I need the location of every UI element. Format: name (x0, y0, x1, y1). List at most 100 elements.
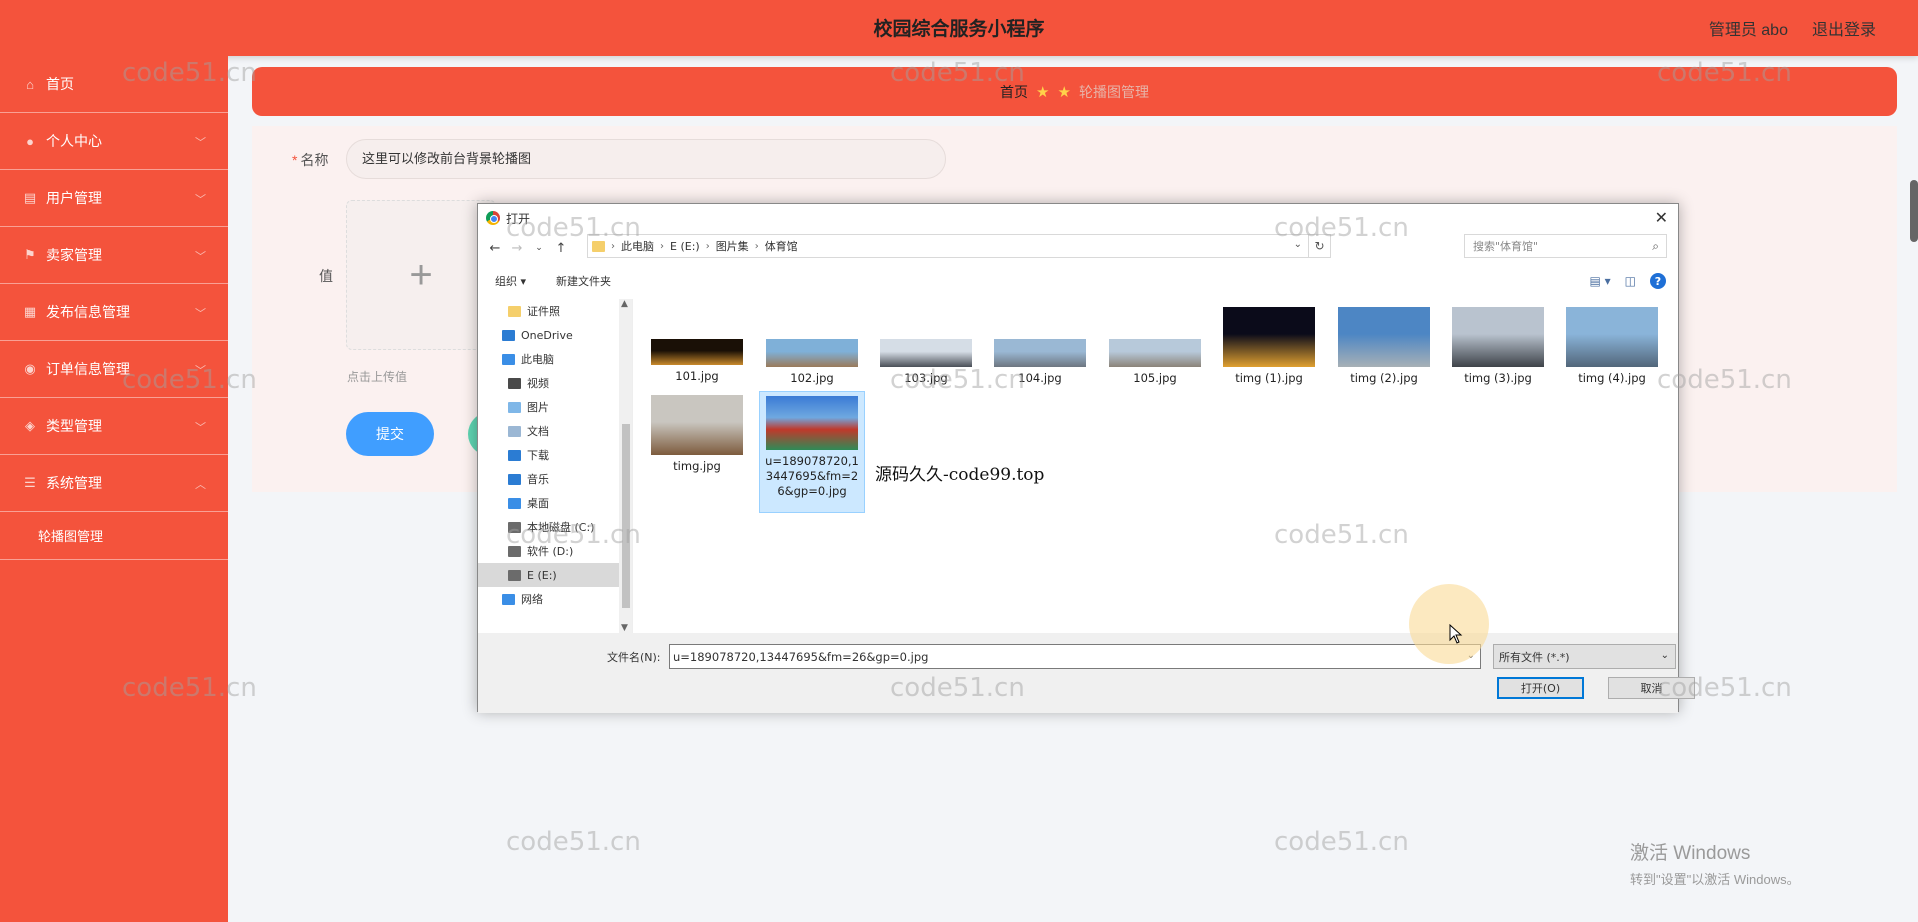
chevron-up-icon: ︿ (195, 479, 206, 491)
file-item[interactable]: 102.jpg (762, 307, 862, 386)
sidebar-item-label: 发布信息管理 (46, 304, 130, 320)
file-item[interactable]: timg (3).jpg (1448, 307, 1548, 386)
nav-tree-item[interactable]: 此电脑 (478, 347, 632, 371)
preview-pane-icon[interactable]: ◫ (1625, 274, 1636, 288)
path-segment[interactable]: 此电脑 (621, 238, 654, 254)
image-thumbnail (994, 339, 1086, 367)
folder-icon (508, 473, 521, 485)
folder-icon (508, 521, 521, 533)
nav-pane-scrollbar[interactable]: ▲ ▼ (619, 299, 632, 633)
nav-tree-item[interactable]: 网络 (478, 587, 632, 611)
file-item[interactable]: 105.jpg (1105, 307, 1205, 386)
dialog-toolbar: 组织 ▾ 新建文件夹 ▤ ▾ ◫ ? (478, 268, 1678, 294)
file-item[interactable]: timg.jpg (647, 395, 747, 474)
nav-tree-label: 网络 (521, 593, 543, 606)
image-thumbnail (1566, 307, 1658, 367)
nav-tree-item[interactable]: 证件照 (478, 299, 632, 323)
nav-tree-item[interactable]: 软件 (D:) (478, 539, 632, 563)
file-item[interactable]: timg (2).jpg (1334, 307, 1434, 386)
sidebar-item-2[interactable]: ▤ 用户管理 ﹀ (0, 170, 228, 227)
scroll-down-icon[interactable]: ▼ (621, 623, 628, 633)
nav-tree-item[interactable]: 图片 (478, 395, 632, 419)
chevron-down-icon: ⌄ (1660, 650, 1669, 661)
folder-icon (508, 377, 521, 389)
file-item[interactable]: 101.jpg (647, 307, 747, 384)
sidebar-item-7[interactable]: ☰ 系统管理 ︿ (0, 455, 228, 512)
mouse-cursor-icon (1449, 624, 1463, 644)
name-input[interactable]: 这里可以修改前台背景轮播图 (346, 139, 946, 179)
open-file-dialog: 打开 ✕ ← → ⌄ ↑ › 此电脑 › E (E:) › 图片集 › 体育馆 ⌄ ↻ 搜索"… (477, 203, 1695, 713)
help-icon[interactable]: ? (1650, 273, 1666, 289)
breadcrumb-home[interactable]: 首页 (1000, 82, 1028, 102)
sidebar-item-0[interactable]: ⌂ 首页 (0, 56, 228, 113)
file-item[interactable]: u=189078720,13447695&fm=26&gp=0.jpg (759, 391, 865, 513)
image-thumbnail (1223, 307, 1315, 367)
sidebar-subitem-carousel[interactable]: 轮播图管理 (0, 512, 228, 560)
chevron-down-icon[interactable]: ⌄ (1294, 239, 1302, 250)
back-icon[interactable]: ← (484, 241, 506, 256)
scroll-up-icon[interactable]: ▲ (621, 299, 628, 309)
path-segment[interactable]: 图片集 (716, 238, 749, 254)
top-right-menu: 管理员 abo 退出登录 (1709, 16, 1876, 40)
nav-tree-item[interactable]: OneDrive (478, 323, 632, 347)
file-name: 105.jpg (1133, 371, 1177, 385)
nav-tree-label: 音乐 (527, 473, 549, 486)
file-item[interactable]: 104.jpg (990, 307, 1090, 386)
location-icon: ◉ (24, 361, 36, 376)
nav-tree-label: OneDrive (521, 328, 573, 342)
cancel-button[interactable]: 取消 (1608, 677, 1695, 699)
file-name: 101.jpg (675, 369, 719, 383)
recent-dropdown-icon[interactable]: ⌄ (528, 243, 550, 253)
nav-tree-item[interactable]: 桌面 (478, 491, 632, 515)
filename-label: 文件名(N): (607, 651, 661, 664)
sidebar-item-5[interactable]: ◉ 订单信息管理 ﹀ (0, 341, 228, 398)
chevron-down-icon: ﹀ (195, 422, 206, 434)
file-item[interactable]: 103.jpg (876, 307, 976, 386)
nav-tree-item[interactable]: 音乐 (478, 467, 632, 491)
sidebar-item-label: 类型管理 (46, 418, 102, 434)
forward-icon[interactable]: → (506, 241, 528, 256)
up-icon[interactable]: ↑ (550, 241, 572, 256)
nav-tree-item[interactable]: E (E:) (478, 563, 632, 587)
sidebar-item-3[interactable]: ⚑ 卖家管理 ﹀ (0, 227, 228, 284)
close-icon[interactable]: ✕ (1655, 208, 1668, 227)
address-bar[interactable]: › 此电脑 › E (E:) › 图片集 › 体育馆 ⌄ (587, 234, 1309, 258)
dialog-footer: 文件名(N): u=189078720,13447695&fm=26&gp=0.… (478, 633, 1695, 713)
filetype-select[interactable]: 所有文件 (*.*) ⌄ (1493, 644, 1676, 669)
admin-user-label[interactable]: 管理员 abo (1709, 16, 1788, 40)
logout-link[interactable]: 退出登录 (1812, 16, 1876, 40)
sidebar-item-6[interactable]: ◈ 类型管理 ﹀ (0, 398, 228, 455)
open-button[interactable]: 打开(O) (1497, 677, 1584, 699)
nav-tree-item[interactable]: 本地磁盘 (C:) (478, 515, 632, 539)
folder-icon (508, 497, 521, 509)
refresh-icon[interactable]: ↻ (1309, 234, 1331, 258)
settings-icon: ☰ (24, 475, 36, 490)
page-scrollbar[interactable] (1910, 180, 1918, 242)
scroll-thumb[interactable] (622, 424, 630, 608)
folder-icon (502, 353, 515, 365)
submit-button[interactable]: 提交 (346, 412, 434, 456)
nav-tree-item[interactable]: 视频 (478, 371, 632, 395)
filename-input[interactable]: u=189078720,13447695&fm=26&gp=0.jpg ⌄ (669, 644, 1481, 669)
folder-icon (508, 305, 521, 317)
organize-menu[interactable]: 组织 ▾ (495, 273, 526, 289)
file-item[interactable]: timg (1).jpg (1219, 307, 1319, 386)
chevron-down-icon: ﹀ (195, 308, 206, 320)
search-input[interactable]: 搜索"体育馆" ⌕ (1464, 234, 1667, 258)
path-segment[interactable]: E (E:) (670, 240, 700, 253)
file-name: u=189078720,13447695&fm=26&gp=0.jpg (765, 454, 859, 498)
image-upload-box[interactable]: + (346, 200, 496, 350)
new-folder-button[interactable]: 新建文件夹 (556, 273, 611, 289)
nav-tree-item[interactable]: 文档 (478, 419, 632, 443)
view-options-icon[interactable]: ▤ ▾ (1589, 274, 1610, 288)
path-segment[interactable]: 体育馆 (765, 238, 798, 254)
chevron-right-icon: › (660, 240, 664, 252)
sidebar-item-1[interactable]: ● 个人中心 ﹀ (0, 113, 228, 170)
file-item[interactable]: timg (4).jpg (1562, 307, 1662, 386)
nav-tree-item[interactable]: 下载 (478, 443, 632, 467)
sidebar-item-label: 卖家管理 (46, 247, 102, 263)
search-icon: ⌕ (1652, 239, 1659, 253)
name-label: * 名称 (292, 152, 329, 168)
file-name: 103.jpg (904, 371, 948, 385)
sidebar-item-4[interactable]: ▦ 发布信息管理 ﹀ (0, 284, 228, 341)
